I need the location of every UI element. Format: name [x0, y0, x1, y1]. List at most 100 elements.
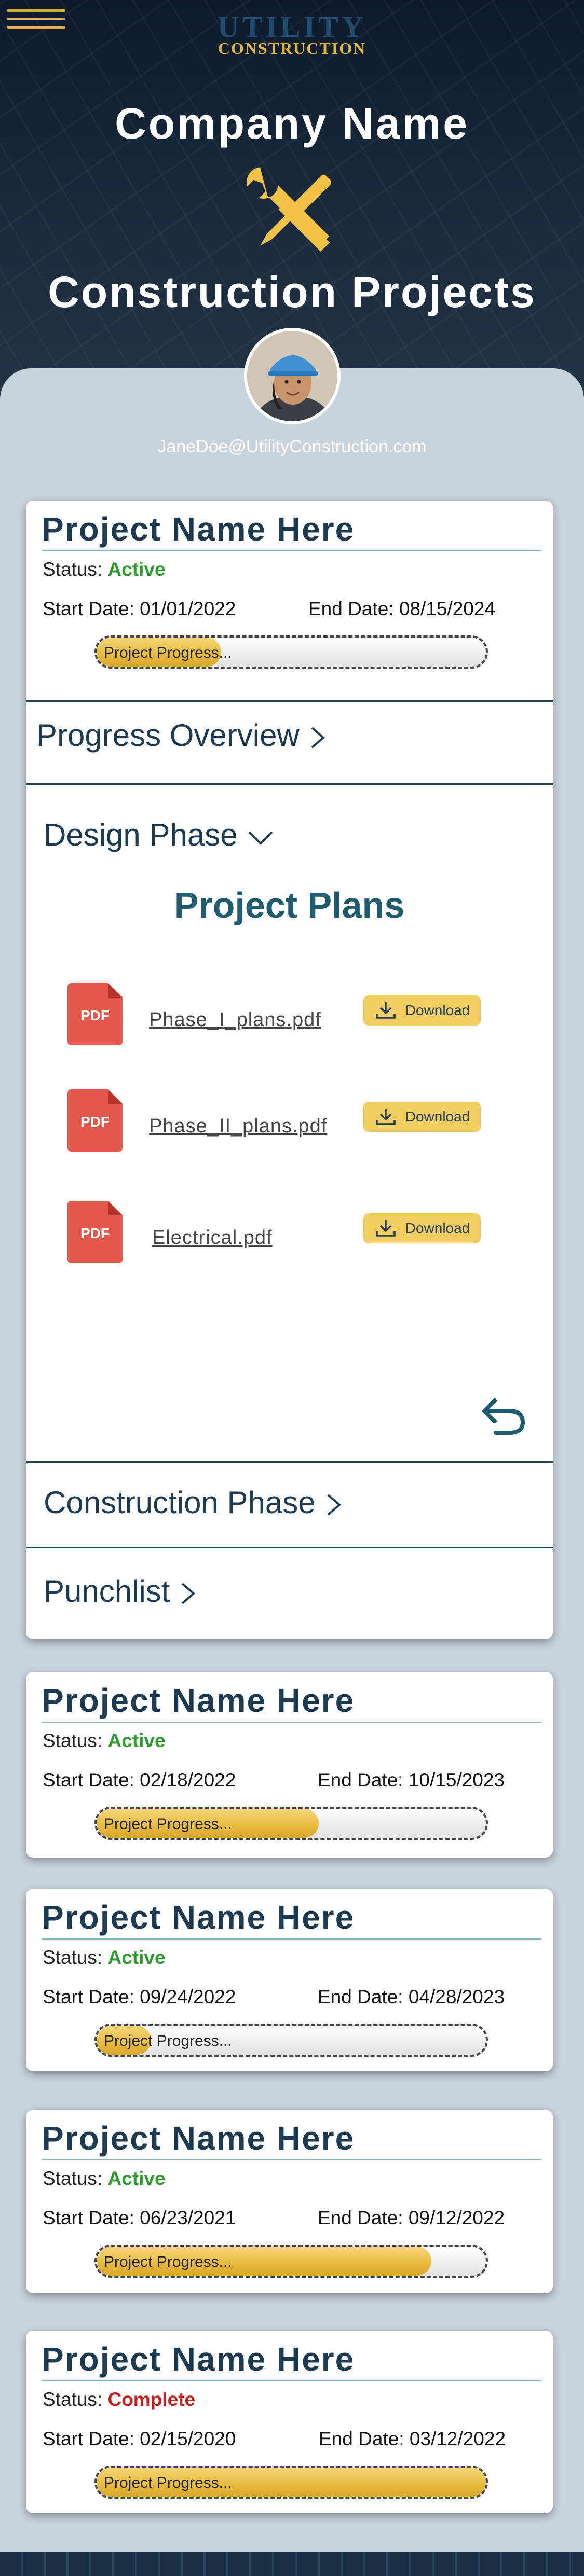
file-row[interactable]: PDF Phase_II_plans.pdf Download [26, 1089, 553, 1152]
section-label-punchlist: Punchlist [44, 1573, 197, 1609]
title-divider [42, 2159, 541, 2160]
status-label: Status: [43, 1730, 103, 1751]
project-progress-bar: Project Progress... [94, 2245, 488, 2278]
download-button[interactable]: Download [363, 995, 481, 1026]
file-link[interactable]: Electrical.pdf [152, 1227, 273, 1249]
chevron-right-icon [182, 1583, 196, 1604]
punchlist-row[interactable]: Punchlist [26, 1547, 553, 1639]
start-date-value: 06/23/2021 [140, 2207, 236, 2228]
svg-text:PDF: PDF [80, 1114, 110, 1130]
end-date-label: End Date: [308, 598, 394, 619]
user-email[interactable]: JaneDoe@UtilityConstruction.com [0, 437, 584, 457]
company-logo[interactable]: UTILITY CONSTRUCTION [202, 10, 382, 58]
avatar-photo [247, 331, 337, 421]
status-label: Status: [43, 2389, 103, 2410]
end-date-label: End Date: [318, 1769, 403, 1791]
construction-phase-label: Construction Phase [44, 1485, 316, 1520]
progress-label: Project Progress... [104, 2474, 232, 2491]
construction-phase-row[interactable]: Construction Phase [26, 1461, 553, 1547]
progress-label: Project Progress... [104, 2253, 232, 2270]
project-card-header[interactable]: Project Name Here Status: Active Start D… [26, 1672, 553, 1859]
hamburger-menu-icon[interactable] [7, 5, 65, 31]
start-date-value: 09/24/2022 [140, 1986, 236, 2007]
project-card-4[interactable]: Project Name Here Status: Active Start D… [26, 2110, 553, 2293]
project-title: Project Name Here [42, 2340, 355, 2378]
project-card-header[interactable]: Project Name Here Status: Active Start D… [26, 1889, 553, 2075]
project-card-2[interactable]: Project Name Here Status: Active Start D… [26, 1672, 553, 1858]
background-building-strip [0, 2552, 584, 2576]
project-card-header[interactable]: Project Name Here Status: Active Start D… [26, 2110, 553, 2296]
project-dates: Start Date: 02/15/2020 End Date: 03/12/2… [43, 2428, 541, 2450]
status-value: Active [107, 1730, 166, 1751]
start-date-value: 02/18/2022 [140, 1769, 236, 1791]
start-date-value: 01/01/2022 [140, 598, 236, 619]
project-progress-bar: Project Progress... [94, 2024, 488, 2057]
project-card-header[interactable]: Project Name Here Status: Active Start D… [26, 501, 553, 687]
svg-text:PDF: PDF [80, 1225, 110, 1241]
start-date-label: Start Date: [43, 2207, 134, 2228]
project-card-1[interactable]: Project Name Here Status: Active Start D… [26, 501, 553, 1639]
title-divider [42, 1722, 541, 1723]
project-dates: Start Date: 06/23/2021 End Date: 09/12/2… [43, 2207, 541, 2229]
project-status: Status: Active [43, 2168, 166, 2190]
project-status: Status: Active [43, 559, 166, 580]
progress-overview-row[interactable]: Progress Overview [26, 700, 553, 783]
pdf-file-icon: PDF [67, 983, 123, 1045]
status-value: Complete [107, 2389, 196, 2410]
start-date-label: Start Date: [43, 1769, 134, 1791]
user-avatar[interactable] [244, 328, 341, 424]
section-label-design-phase: Design Phase [44, 817, 274, 853]
start-date-label: Start Date: [43, 1986, 134, 2007]
title-divider [42, 2380, 541, 2381]
file-row[interactable]: PDF Phase_I_plans.pdf Download [26, 983, 553, 1045]
title-divider [42, 1938, 541, 1940]
project-card-header[interactable]: Project Name Here Status: Complete Start… [26, 2331, 553, 2517]
punchlist-label: Punchlist [44, 1574, 170, 1609]
download-label: Download [405, 1220, 470, 1236]
page-title: Construction Projects [48, 268, 536, 316]
project-progress-bar: Project Progress... [94, 635, 488, 669]
end-date-value: 03/12/2022 [409, 2428, 506, 2449]
project-dates: Start Date: 02/18/2022 End Date: 10/15/2… [43, 1769, 541, 1791]
project-status: Status: Complete [43, 2389, 195, 2411]
chevron-down-icon [248, 831, 273, 845]
progress-label: Project Progress... [104, 644, 232, 661]
progress-label: Project Progress... [104, 2032, 232, 2049]
project-card-5[interactable]: Project Name Here Status: Complete Start… [26, 2331, 553, 2513]
status-label: Status: [43, 2168, 103, 2189]
end-date-value: 08/15/2024 [399, 598, 496, 619]
end-date-label: End Date: [319, 2428, 404, 2449]
pdf-file-icon: PDF [67, 1089, 123, 1152]
project-status: Status: Active [43, 1947, 166, 1969]
design-phase-label: Design Phase [44, 818, 238, 852]
download-label: Download [405, 1109, 470, 1125]
project-title: Project Name Here [42, 1899, 355, 1936]
download-label: Download [405, 1002, 470, 1018]
title-divider [42, 550, 541, 551]
status-label: Status: [43, 1947, 103, 1968]
logo-wordmark-top: UTILITY [218, 10, 366, 44]
section-label-progress-overview: Progress Overview [36, 717, 327, 753]
end-date-value: 04/28/2023 [408, 1986, 505, 2007]
project-progress-bar: Project Progress... [94, 2466, 488, 2499]
section-label-construction-phase: Construction Phase [44, 1485, 343, 1520]
file-row[interactable]: PDF Electrical.pdf Download [26, 1201, 553, 1263]
project-progress-bar: Project Progress... [94, 1807, 488, 1840]
download-icon [375, 1220, 396, 1237]
file-link[interactable]: Phase_I_plans.pdf [149, 1009, 321, 1031]
project-title: Project Name Here [42, 510, 355, 548]
project-dates: Start Date: 09/24/2022 End Date: 04/28/2… [43, 1986, 541, 2008]
end-date-value: 09/12/2022 [408, 2207, 505, 2228]
download-button[interactable]: Download [363, 1102, 481, 1132]
progress-overview-label: Progress Overview [36, 718, 300, 753]
project-dates: Start Date: 01/01/2022 End Date: 08/15/2… [43, 598, 541, 620]
download-icon [375, 1002, 396, 1019]
chevron-right-icon [311, 727, 325, 749]
undo-icon[interactable] [480, 1395, 527, 1437]
wrench-screwdriver-icon [247, 167, 332, 252]
project-card-3[interactable]: Project Name Here Status: Active Start D… [26, 1889, 553, 2071]
start-date-label: Start Date: [43, 598, 134, 619]
project-title: Project Name Here [42, 1682, 355, 1719]
download-button[interactable]: Download [363, 1213, 481, 1243]
file-link[interactable]: Phase_II_plans.pdf [149, 1115, 327, 1138]
